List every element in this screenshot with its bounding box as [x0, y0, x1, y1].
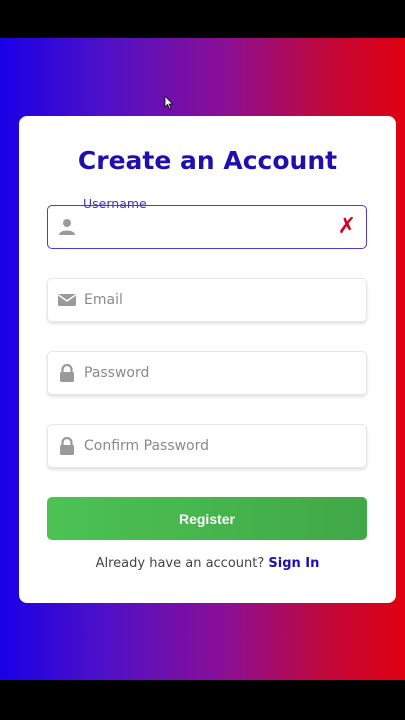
email-field[interactable]: Email — [47, 278, 367, 322]
user-icon — [59, 219, 75, 235]
lock-icon — [60, 364, 74, 382]
signin-row: Already have an account? Sign In — [19, 556, 396, 571]
password-field[interactable]: Password — [47, 351, 367, 395]
confirm-password-field[interactable]: Confirm Password — [47, 424, 367, 468]
mouse-cursor-icon — [164, 96, 174, 110]
register-card: Create an Account ✗ Username Email Passw… — [19, 116, 396, 603]
lock-icon — [60, 437, 74, 455]
register-button[interactable]: Register — [47, 497, 367, 540]
username-field[interactable]: ✗ — [47, 205, 367, 249]
confirm-password-placeholder: Confirm Password — [84, 438, 210, 454]
password-placeholder: Password — [84, 365, 150, 381]
email-placeholder: Email — [84, 292, 123, 308]
username-label: Username — [83, 196, 147, 211]
signin-prompt: Already have an account? — [95, 556, 265, 571]
clear-x-icon[interactable]: ✗ — [338, 214, 356, 239]
envelope-icon — [58, 294, 76, 306]
page-title: Create an Account — [77, 146, 338, 175]
signin-link[interactable]: Sign In — [268, 556, 319, 571]
